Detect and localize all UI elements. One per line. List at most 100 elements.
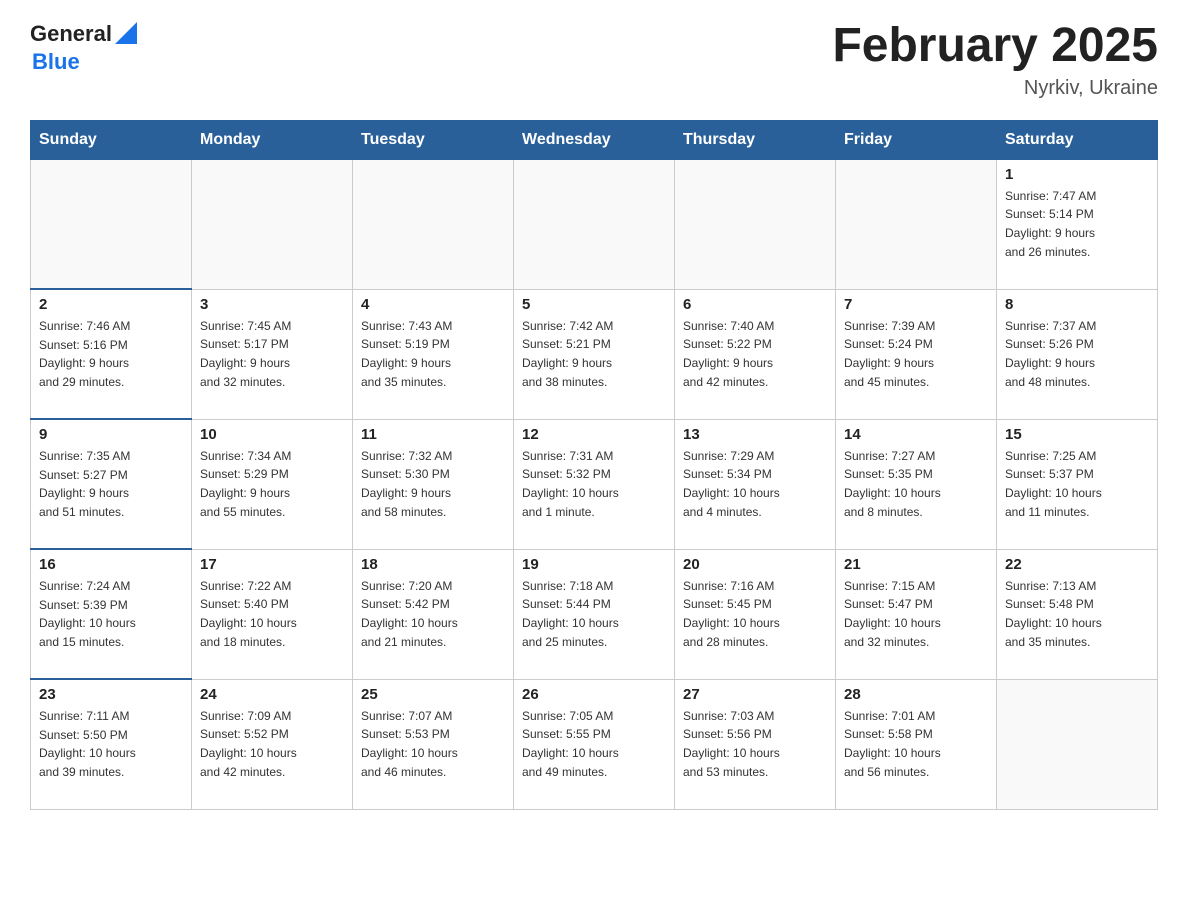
calendar-cell: 12 Sunrise: 7:31 AM Sunset: 5:32 PM Dayli… xyxy=(514,419,675,549)
calendar-subtitle: Nyrkiv, Ukraine xyxy=(832,77,1158,100)
day-number: 24 xyxy=(200,686,344,703)
calendar-cell: 27 Sunrise: 7:03 AM Sunset: 5:56 PM Dayli… xyxy=(675,679,836,809)
calendar-cell xyxy=(31,159,192,289)
calendar-cell: 15 Sunrise: 7:25 AM Sunset: 5:37 PM Dayli… xyxy=(997,419,1158,549)
calendar-cell: 10 Sunrise: 7:34 AM Sunset: 5:29 PM Dayli… xyxy=(192,419,353,549)
day-info: Sunrise: 7:32 AM Sunset: 5:30 PM Dayligh… xyxy=(361,447,505,521)
day-info: Sunrise: 7:37 AM Sunset: 5:26 PM Dayligh… xyxy=(1005,317,1149,391)
calendar-cell: 8 Sunrise: 7:37 AM Sunset: 5:26 PM Daylig… xyxy=(997,289,1158,419)
calendar-cell xyxy=(353,159,514,289)
calendar-table: SundayMondayTuesdayWednesdayThursdayFrid… xyxy=(30,120,1158,810)
logo-general-text: General xyxy=(30,21,112,47)
day-number: 27 xyxy=(683,686,827,703)
day-number: 21 xyxy=(844,556,988,573)
day-number: 1 xyxy=(1005,166,1149,183)
calendar-cell: 18Sunrise: 7:20 AM Sunset: 5:42 PM Dayli… xyxy=(353,549,514,679)
day-info: Sunrise: 7:25 AM Sunset: 5:37 PM Dayligh… xyxy=(1005,447,1149,521)
day-number: 23 xyxy=(39,686,183,703)
day-info: Sunrise: 7:09 AM Sunset: 5:52 PM Dayligh… xyxy=(200,707,344,781)
day-number: 25 xyxy=(361,686,505,703)
day-number: 28 xyxy=(844,686,988,703)
calendar-cell xyxy=(192,159,353,289)
day-number: 17 xyxy=(200,556,344,573)
calendar-week-row: 23 Sunrise: 7:11 AM Sunset: 5:50 PM Dayli… xyxy=(31,679,1158,809)
logo-triangle-icon xyxy=(115,22,137,44)
calendar-cell: 7Sunrise: 7:39 AM Sunset: 5:24 PM Daylig… xyxy=(836,289,997,419)
day-number: 4 xyxy=(361,296,505,313)
day-info: Sunrise: 7:18 AM Sunset: 5:44 PM Dayligh… xyxy=(522,577,666,651)
title-section: February 2025 Nyrkiv, Ukraine xyxy=(832,20,1158,100)
calendar-cell: 26 Sunrise: 7:05 AM Sunset: 5:55 PM Dayli… xyxy=(514,679,675,809)
day-info: Sunrise: 7:29 AM Sunset: 5:34 PM Dayligh… xyxy=(683,447,827,521)
day-info: Sunrise: 7:11 AM Sunset: 5:50 PM Dayligh… xyxy=(39,707,183,781)
calendar-cell: 6 Sunrise: 7:40 AM Sunset: 5:22 PM Daylig… xyxy=(675,289,836,419)
header-monday: Monday xyxy=(192,120,353,159)
day-number: 12 xyxy=(522,426,666,443)
day-info: Sunrise: 7:31 AM Sunset: 5:32 PM Dayligh… xyxy=(522,447,666,521)
calendar-cell: 3 Sunrise: 7:45 AM Sunset: 5:17 PM Daylig… xyxy=(192,289,353,419)
day-number: 13 xyxy=(683,426,827,443)
day-info: Sunrise: 7:42 AM Sunset: 5:21 PM Dayligh… xyxy=(522,317,666,391)
calendar-cell: 14 Sunrise: 7:27 AM Sunset: 5:35 PM Dayli… xyxy=(836,419,997,549)
calendar-week-row: 2 Sunrise: 7:46 AM Sunset: 5:16 PM Daylig… xyxy=(31,289,1158,419)
day-info: Sunrise: 7:03 AM Sunset: 5:56 PM Dayligh… xyxy=(683,707,827,781)
calendar-cell: 1 Sunrise: 7:47 AM Sunset: 5:14 PM Daylig… xyxy=(997,159,1158,289)
day-number: 5 xyxy=(522,296,666,313)
calendar-cell xyxy=(836,159,997,289)
header-wednesday: Wednesday xyxy=(514,120,675,159)
calendar-cell xyxy=(514,159,675,289)
day-info: Sunrise: 7:40 AM Sunset: 5:22 PM Dayligh… xyxy=(683,317,827,391)
day-number: 10 xyxy=(200,426,344,443)
day-info: Sunrise: 7:27 AM Sunset: 5:35 PM Dayligh… xyxy=(844,447,988,521)
day-info: Sunrise: 7:43 AM Sunset: 5:19 PM Dayligh… xyxy=(361,317,505,391)
header-sunday: Sunday xyxy=(31,120,192,159)
day-number: 18 xyxy=(361,556,505,573)
day-info: Sunrise: 7:34 AM Sunset: 5:29 PM Dayligh… xyxy=(200,447,344,521)
day-number: 2 xyxy=(39,296,183,313)
day-info: Sunrise: 7:46 AM Sunset: 5:16 PM Dayligh… xyxy=(39,317,183,391)
calendar-cell xyxy=(997,679,1158,809)
calendar-cell: 16Sunrise: 7:24 AM Sunset: 5:39 PM Dayli… xyxy=(31,549,192,679)
calendar-cell: 5 Sunrise: 7:42 AM Sunset: 5:21 PM Daylig… xyxy=(514,289,675,419)
day-info: Sunrise: 7:13 AM Sunset: 5:48 PM Dayligh… xyxy=(1005,577,1149,651)
calendar-cell xyxy=(675,159,836,289)
day-info: Sunrise: 7:15 AM Sunset: 5:47 PM Dayligh… xyxy=(844,577,988,651)
day-number: 3 xyxy=(200,296,344,313)
day-info: Sunrise: 7:22 AM Sunset: 5:40 PM Dayligh… xyxy=(200,577,344,651)
day-number: 7 xyxy=(844,296,988,313)
calendar-cell: 23 Sunrise: 7:11 AM Sunset: 5:50 PM Dayli… xyxy=(31,679,192,809)
day-info: Sunrise: 7:16 AM Sunset: 5:45 PM Dayligh… xyxy=(683,577,827,651)
calendar-cell: 22 Sunrise: 7:13 AM Sunset: 5:48 PM Dayli… xyxy=(997,549,1158,679)
day-info: Sunrise: 7:24 AM Sunset: 5:39 PM Dayligh… xyxy=(39,577,183,651)
calendar-cell: 4 Sunrise: 7:43 AM Sunset: 5:19 PM Daylig… xyxy=(353,289,514,419)
day-info: Sunrise: 7:47 AM Sunset: 5:14 PM Dayligh… xyxy=(1005,187,1149,261)
header-tuesday: Tuesday xyxy=(353,120,514,159)
calendar-cell: 11Sunrise: 7:32 AM Sunset: 5:30 PM Dayli… xyxy=(353,419,514,549)
calendar-cell: 21 Sunrise: 7:15 AM Sunset: 5:47 PM Dayli… xyxy=(836,549,997,679)
day-number: 22 xyxy=(1005,556,1149,573)
calendar-cell: 13 Sunrise: 7:29 AM Sunset: 5:34 PM Dayli… xyxy=(675,419,836,549)
header-saturday: Saturday xyxy=(997,120,1158,159)
calendar-header-row: SundayMondayTuesdayWednesdayThursdayFrid… xyxy=(31,120,1158,159)
day-number: 9 xyxy=(39,426,183,443)
calendar-cell: 20 Sunrise: 7:16 AM Sunset: 5:45 PM Dayli… xyxy=(675,549,836,679)
calendar-title: February 2025 xyxy=(832,20,1158,73)
page-header: General Blue February 2025 Nyrkiv, Ukrai… xyxy=(30,20,1158,100)
calendar-cell: 25 Sunrise: 7:07 AM Sunset: 5:53 PM Dayli… xyxy=(353,679,514,809)
day-number: 20 xyxy=(683,556,827,573)
day-info: Sunrise: 7:07 AM Sunset: 5:53 PM Dayligh… xyxy=(361,707,505,781)
calendar-week-row: 16Sunrise: 7:24 AM Sunset: 5:39 PM Dayli… xyxy=(31,549,1158,679)
day-number: 6 xyxy=(683,296,827,313)
day-number: 14 xyxy=(844,426,988,443)
day-number: 26 xyxy=(522,686,666,703)
logo: General Blue xyxy=(30,20,137,76)
header-thursday: Thursday xyxy=(675,120,836,159)
calendar-cell: 24 Sunrise: 7:09 AM Sunset: 5:52 PM Dayli… xyxy=(192,679,353,809)
calendar-cell: 9Sunrise: 7:35 AM Sunset: 5:27 PM Daylig… xyxy=(31,419,192,549)
day-number: 19 xyxy=(522,556,666,573)
day-info: Sunrise: 7:45 AM Sunset: 5:17 PM Dayligh… xyxy=(200,317,344,391)
day-info: Sunrise: 7:05 AM Sunset: 5:55 PM Dayligh… xyxy=(522,707,666,781)
day-number: 15 xyxy=(1005,426,1149,443)
calendar-cell: 2 Sunrise: 7:46 AM Sunset: 5:16 PM Daylig… xyxy=(31,289,192,419)
day-number: 8 xyxy=(1005,296,1149,313)
